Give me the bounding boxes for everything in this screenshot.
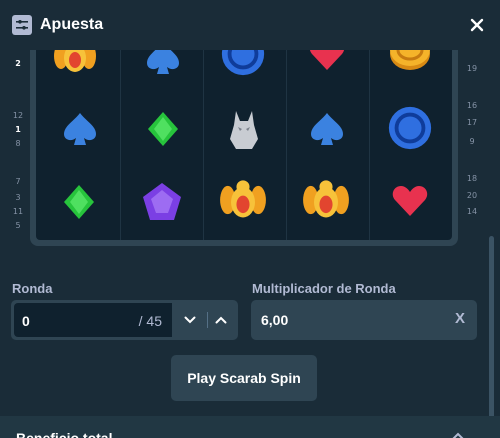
footer-section: Beneficio total <box>0 416 500 438</box>
spade-icon <box>139 50 187 82</box>
heart-icon <box>386 178 434 226</box>
ronda-decrement-button[interactable] <box>174 303 206 337</box>
row-number: 7 <box>15 177 21 186</box>
ronda-input[interactable]: 0 / 45 <box>14 303 172 337</box>
heart-icon <box>303 50 351 80</box>
panel-header: Apuesta <box>0 0 500 50</box>
footer-title: Beneficio total <box>16 430 113 438</box>
multiplicador-suffix: X <box>454 310 465 327</box>
row-number: 2 <box>15 59 21 68</box>
diamond-icon <box>139 105 187 153</box>
orb-icon <box>219 50 267 78</box>
chevron-up-icon <box>215 316 227 324</box>
column-divider <box>286 50 287 240</box>
row-number: 20 <box>466 191 478 200</box>
row-number: 11 <box>12 207 24 216</box>
panel-title: Apuesta <box>40 16 104 33</box>
row-number: 3 <box>15 193 21 202</box>
ronda-max: / 45 <box>138 313 162 329</box>
scarab-icon <box>51 50 99 80</box>
row-number: 12 <box>12 111 24 120</box>
chevron-up-icon[interactable] <box>452 432 464 438</box>
scarab-icon <box>302 176 350 224</box>
ronda-label: Ronda <box>12 281 53 296</box>
play-button[interactable]: Play Scarab Spin <box>171 355 317 401</box>
row-number: 19 <box>466 64 478 73</box>
coin-icon <box>386 50 434 76</box>
row-number: 14 <box>466 207 478 216</box>
multiplicador-label: Multiplicador de Ronda <box>252 281 396 296</box>
orb-icon <box>386 104 434 152</box>
chevron-down-icon <box>184 316 196 324</box>
ronda-field: 0 / 45 <box>11 300 238 340</box>
scarab-icon <box>219 176 267 224</box>
row-number: 18 <box>466 174 478 183</box>
column-divider <box>203 50 204 240</box>
spade-icon <box>56 105 104 153</box>
column-divider <box>120 50 121 240</box>
multiplicador-value: 6,00 <box>261 312 289 328</box>
row-number: 5 <box>15 221 21 230</box>
column-divider <box>369 50 370 240</box>
sliders-icon <box>12 15 32 35</box>
slot-board <box>36 50 452 240</box>
spade-icon <box>303 105 351 153</box>
wolf-icon <box>220 105 268 153</box>
row-number: 17 <box>466 118 478 127</box>
row-number: 16 <box>466 101 478 110</box>
gem-icon <box>138 178 186 226</box>
row-number: 9 <box>469 137 475 146</box>
multiplicador-input[interactable]: 6,00 X <box>251 300 477 340</box>
ronda-value: 0 <box>22 313 30 329</box>
diamond-icon <box>55 178 103 226</box>
panel-scrollbar[interactable] <box>489 236 494 436</box>
row-number: 1 <box>15 125 21 134</box>
ronda-increment-button[interactable] <box>205 303 237 337</box>
row-number: 8 <box>15 139 21 148</box>
close-icon[interactable] <box>467 15 487 35</box>
